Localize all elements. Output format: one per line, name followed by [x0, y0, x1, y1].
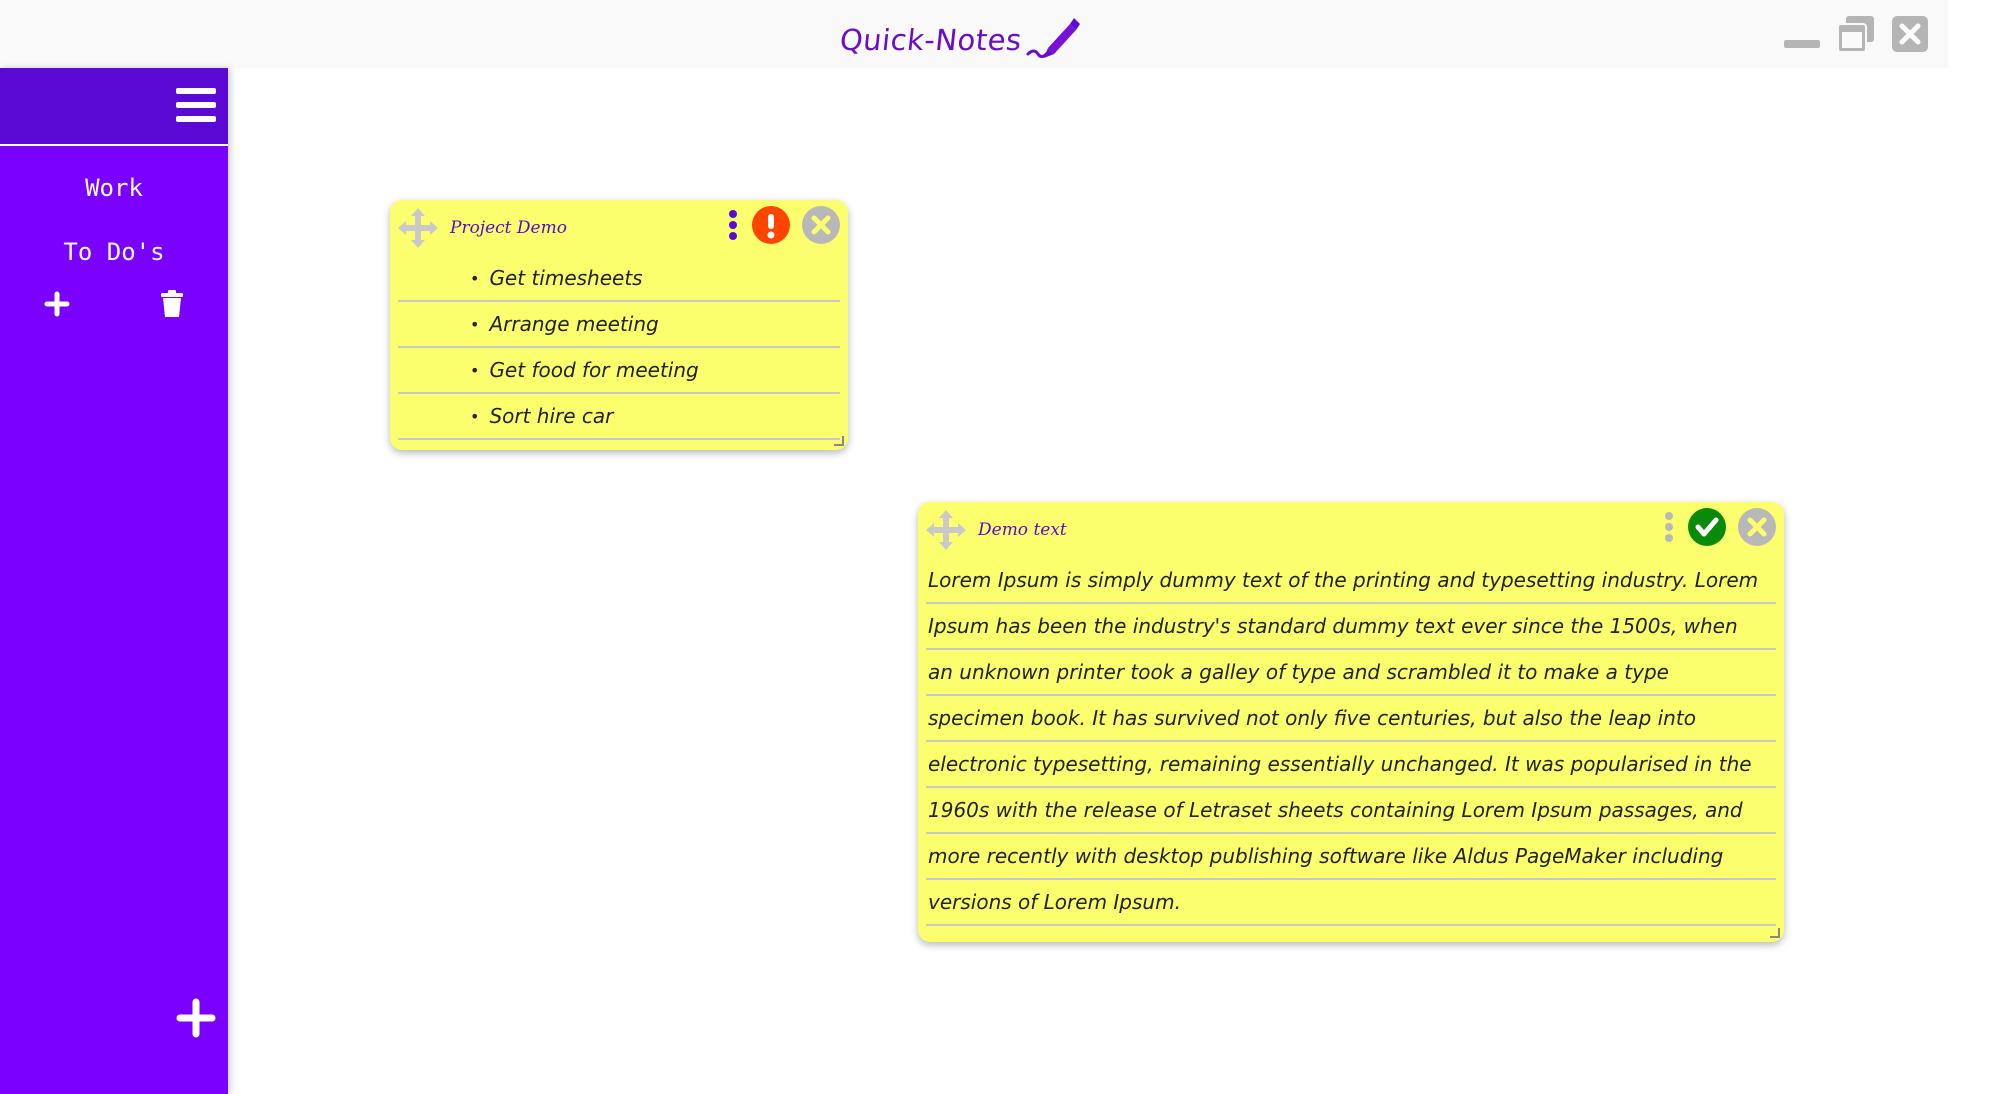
add-note-button[interactable]: [176, 998, 216, 1038]
note-header: Demo text: [918, 502, 1784, 558]
text-line[interactable]: versions of Lorem Ipsum.: [926, 880, 1776, 926]
note-toolbar: [1662, 508, 1776, 546]
list-item[interactable]: Get timesheets: [398, 256, 840, 302]
delete-category-button[interactable]: [160, 290, 184, 318]
note-title[interactable]: Project Demo: [450, 218, 567, 238]
text-line[interactable]: electronic typesetting, remaining essent…: [926, 742, 1776, 788]
minimize-button[interactable]: [1782, 14, 1822, 54]
plus-icon: [176, 998, 216, 1038]
close-icon: [1747, 517, 1767, 537]
resize-handle[interactable]: [1770, 928, 1780, 938]
exclamation-icon: [767, 214, 775, 239]
sidebar-item-todos[interactable]: To Do's: [0, 220, 228, 284]
list-item[interactable]: Sort hire car: [398, 394, 840, 440]
resize-handle[interactable]: [834, 436, 844, 446]
app-window: Quick-Notes Work To Do's Project Demo • …: [0, 0, 1948, 1094]
priority-button[interactable]: [752, 206, 790, 244]
text-line[interactable]: 1960s with the release of Letraset sheet…: [926, 788, 1776, 834]
move-icon: [398, 208, 438, 248]
text-line[interactable]: an unknown printer took a galley of type…: [926, 650, 1776, 696]
text-line[interactable]: Lorem Ipsum is simply dummy text of the …: [926, 558, 1776, 604]
close-icon: [1892, 16, 1928, 52]
sidebar-item-work[interactable]: Work: [0, 156, 228, 220]
move-handle[interactable]: [396, 206, 440, 250]
note-title[interactable]: Demo text: [978, 520, 1067, 540]
sidebar-actions: [0, 284, 228, 318]
hamburger-icon: [176, 88, 216, 94]
note-project-demo[interactable]: Project Demo • Get timesheets • Arrange …: [390, 200, 848, 450]
close-icon: [811, 215, 831, 235]
close-note-button[interactable]: [802, 206, 840, 244]
sidebar: Work To Do's: [0, 68, 228, 1094]
close-window-button[interactable]: [1890, 14, 1930, 54]
text-line[interactable]: more recently with desktop publishing so…: [926, 834, 1776, 880]
text-line[interactable]: Ipsum has been the industry's standard d…: [926, 604, 1776, 650]
kebab-icon: [729, 210, 737, 218]
done-button[interactable]: [1688, 508, 1726, 546]
window-controls: [1782, 14, 1930, 54]
plus-icon: [44, 291, 70, 317]
text-line[interactable]: specimen book. It has survived not only …: [926, 696, 1776, 742]
sidebar-header: [0, 68, 228, 146]
restore-icon: [1837, 16, 1874, 53]
note-toolbar: [726, 206, 840, 244]
note-menu-button[interactable]: [1662, 510, 1676, 544]
note-demo-text[interactable]: Demo text Lorem Ipsum is simply dummy te…: [918, 502, 1784, 942]
app-title: Quick-Notes: [838, 23, 1024, 57]
close-note-button[interactable]: [1738, 508, 1776, 546]
note-menu-button[interactable]: [726, 208, 740, 242]
add-category-button[interactable]: [44, 290, 70, 318]
trash-icon: [161, 290, 183, 317]
pen-icon: [1026, 14, 1080, 67]
move-icon: [926, 510, 966, 550]
menu-button[interactable]: [176, 88, 216, 122]
title-bar: Quick-Notes: [0, 0, 1948, 68]
list-item[interactable]: Get food for meeting: [398, 348, 840, 394]
note-header: Project Demo: [390, 200, 848, 256]
check-icon: [1695, 517, 1719, 537]
kebab-icon: [1665, 512, 1673, 520]
restore-button[interactable]: [1836, 14, 1876, 54]
minimize-icon: [1784, 40, 1820, 48]
move-handle[interactable]: [924, 508, 968, 552]
list-item[interactable]: Arrange meeting: [398, 302, 840, 348]
app-logo: Quick-Notes: [838, 17, 1080, 62]
